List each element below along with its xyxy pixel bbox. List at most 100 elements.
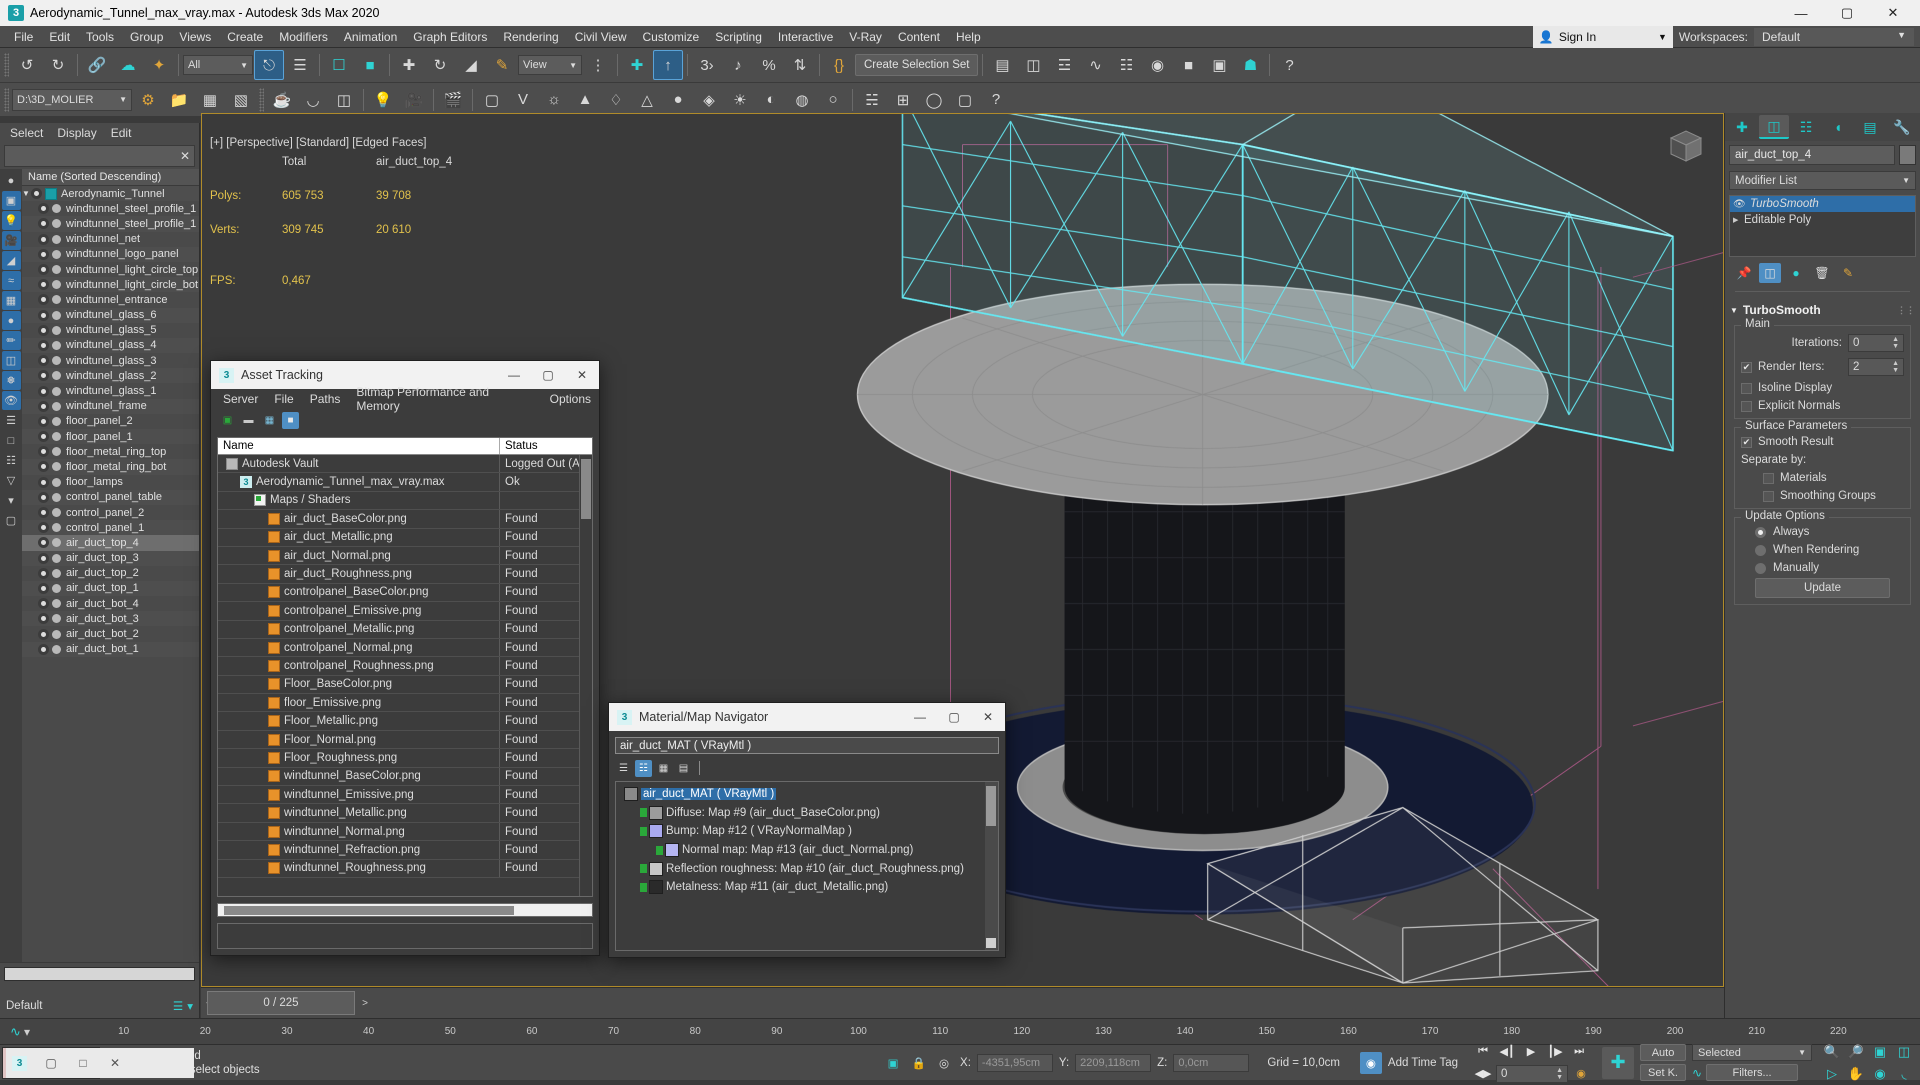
menu-item-modifiers[interactable]: Modifiers: [271, 27, 336, 47]
material-map-tree[interactable]: air_duct_MAT ( VRayMtl ) Diffuse: Map #9 …: [615, 781, 999, 951]
asset-row[interactable]: controlpanel_BaseColor.png Found: [218, 583, 592, 603]
asset-menu-file[interactable]: File: [266, 390, 301, 408]
asset-menu-paths[interactable]: Paths: [302, 390, 349, 408]
manually-row[interactable]: Manually: [1741, 562, 1904, 574]
scene-explorer-menu-display[interactable]: Display: [57, 126, 96, 140]
rectangular-select-region-icon[interactable]: ☐: [324, 50, 354, 80]
scene-explorer-search[interactable]: ✕: [4, 145, 195, 167]
visibility-toggle-icon[interactable]: [38, 324, 49, 336]
small-icons-view-icon[interactable]: ▦: [655, 760, 672, 777]
scene-explorer-menu-select[interactable]: Select: [10, 126, 43, 140]
material-tree-row[interactable]: Diffuse: Map #9 (air_duct_BaseColor.png): [620, 804, 998, 823]
track-bar-ruler[interactable]: 10 20 30 40 50 60 70 80 90 100 110 120 130 140 150 160 1…: [42, 1019, 1920, 1045]
rollout-header[interactable]: ▼ TurboSmooth ⋮⋮: [1730, 301, 1915, 319]
display-lights-icon[interactable]: 💡: [1, 211, 21, 230]
visibility-toggle-icon[interactable]: [38, 415, 49, 427]
asset-row[interactable]: windtunnel_Emissive.png Found: [218, 786, 592, 805]
layer-view-icon[interactable]: □: [2, 431, 21, 450]
visibility-toggle-icon[interactable]: [38, 476, 49, 488]
display-geometry-icon[interactable]: ▣: [1, 191, 21, 210]
vray-mesh-light-icon[interactable]: ○: [818, 85, 848, 115]
visibility-toggle-icon[interactable]: [38, 537, 49, 549]
scroll-thumb[interactable]: [581, 459, 591, 519]
arc-icon[interactable]: ◡: [298, 85, 328, 115]
next-frame-icon[interactable]: ┃▶: [1544, 1042, 1566, 1062]
scene-explorer-item[interactable]: control_panel_1: [22, 520, 199, 536]
set-key-button[interactable]: Set K.: [1640, 1064, 1686, 1081]
scene-explorer-item[interactable]: windtunel_glass_3: [22, 353, 199, 368]
spinner-arrows-icon[interactable]: ▲ ▼: [1556, 1067, 1563, 1081]
scene-explorer-item[interactable]: windtunnel_light_circle_top: [22, 262, 199, 277]
asset-grid-hscrollbar[interactable]: [217, 903, 593, 917]
resolve-paths-icon[interactable]: ▦: [261, 412, 278, 429]
zoom-all-icon[interactable]: 🔎: [1844, 1041, 1868, 1063]
visibility-toggle-icon[interactable]: [38, 248, 49, 260]
select-link-icon[interactable]: 🔗: [82, 50, 112, 80]
zoom-icon[interactable]: 🔍: [1820, 1041, 1844, 1063]
spinner-arrows-icon[interactable]: ▲ ▼: [1892, 360, 1899, 374]
redo-icon[interactable]: ↻: [43, 50, 73, 80]
scene-explorer-item[interactable]: windtunnel_entrance: [22, 292, 199, 307]
display-space-warps-icon[interactable]: ≈: [1, 271, 21, 290]
scene-explorer-item[interactable]: windtunel_glass_6: [22, 307, 199, 323]
spinner-snap-icon[interactable]: 3›: [692, 50, 722, 80]
menu-item-interactive[interactable]: Interactive: [770, 27, 841, 47]
material-tree-vscrollbar[interactable]: [985, 782, 998, 950]
undo-icon[interactable]: ↺: [12, 50, 42, 80]
curve-editor-icon[interactable]: ∿: [1080, 50, 1110, 80]
asset-tracking-icon[interactable]: ▦: [195, 85, 225, 115]
unlink-icon[interactable]: ☁: [113, 50, 143, 80]
modifier-list-select[interactable]: Modifier List ▼: [1729, 171, 1916, 190]
asset-row[interactable]: windtunnel_Roughness.png Found: [218, 859, 592, 878]
render-iters-spinner[interactable]: 2 ▲ ▼: [1848, 358, 1904, 376]
selection-lock-region-icon[interactable]: ▣: [882, 1053, 904, 1073]
maximize-viewport-toggle-icon[interactable]: ◟: [1892, 1063, 1916, 1085]
show-end-result-icon[interactable]: ◫: [1759, 263, 1781, 283]
materials-checkbox[interactable]: [1763, 472, 1774, 484]
modifier-stack[interactable]: 👁 TurboSmooth ▶ Editable Poly: [1729, 195, 1916, 257]
visibility-toggle-icon[interactable]: [38, 400, 49, 412]
visibility-toggle-icon[interactable]: [38, 461, 49, 473]
vray-distance-icon[interactable]: ⊞: [888, 85, 918, 115]
scene-explorer-item[interactable]: floor_lamps: [22, 475, 199, 490]
scene-explorer-item[interactable]: windtunnel_steel_profile_1: [22, 216, 199, 232]
vray-ies-icon[interactable]: ◍: [787, 85, 817, 115]
menu-item-file[interactable]: File: [6, 27, 41, 47]
restore-icon[interactable]: ▢: [35, 1049, 67, 1077]
menu-item-scripting[interactable]: Scripting: [707, 27, 770, 47]
light-lister-icon[interactable]: 💡: [368, 85, 398, 115]
smooth-result-row[interactable]: ✔ Smooth Result: [1741, 436, 1904, 448]
close-icon[interactable]: ✕: [180, 149, 190, 163]
select-and-rotate-icon[interactable]: ↻: [425, 50, 455, 80]
asset-tracking-grid[interactable]: Name Status Autodesk Vault Logged Out (As…: [217, 437, 593, 897]
orbit-icon[interactable]: ◉: [1868, 1063, 1892, 1085]
asset-grid-vscrollbar[interactable]: [579, 455, 592, 896]
smoothing-groups-row[interactable]: Smoothing Groups: [1741, 490, 1904, 502]
visibility-toggle-icon[interactable]: [38, 264, 49, 276]
render-iters-checkbox[interactable]: ✔: [1741, 361, 1752, 373]
sign-in-button[interactable]: 👤 Sign In ▼: [1532, 25, 1673, 48]
project-settings-icon[interactable]: ⚙: [133, 85, 163, 115]
vray-fog-icon[interactable]: ☵: [857, 85, 887, 115]
scene-explorer-item[interactable]: windtunel_glass_5: [22, 323, 199, 338]
pin-stack-icon[interactable]: 📌: [1733, 263, 1755, 283]
visibility-toggle-icon[interactable]: [38, 507, 49, 519]
asset-row[interactable]: floor_Emissive.png Found: [218, 694, 592, 713]
scene-explorer-item[interactable]: floor_metal_ring_bot: [22, 459, 199, 475]
asset-row[interactable]: 3 Aerodynamic_Tunnel_max_vray.max Ok: [218, 473, 592, 492]
column-status[interactable]: Status: [500, 438, 592, 454]
detail-view-icon[interactable]: ☷: [2, 451, 21, 470]
menu-item-content[interactable]: Content: [890, 27, 948, 47]
scene-explorer-item[interactable]: windtunnel_steel_profile_1: [22, 201, 199, 216]
snaps-toggle-icon[interactable]: ✚: [622, 50, 652, 80]
bag-icon[interactable]: ▢: [2, 511, 21, 530]
open-project-folder-icon[interactable]: 📁: [164, 85, 194, 115]
time-slider-handle[interactable]: 0 / 225: [207, 991, 355, 1015]
material-editor-icon[interactable]: ◉: [1142, 50, 1172, 80]
minimize-button[interactable]: —: [903, 703, 937, 731]
visibility-toggle-icon[interactable]: [38, 552, 49, 564]
modifier-enable-icon[interactable]: 👁: [1733, 199, 1746, 210]
render-frame-window-icon[interactable]: ▣: [1204, 50, 1234, 80]
material-tree-row[interactable]: Reflection roughness: Map #10 (air_duct_…: [620, 859, 998, 878]
teapot-icon[interactable]: ☕: [267, 85, 297, 115]
